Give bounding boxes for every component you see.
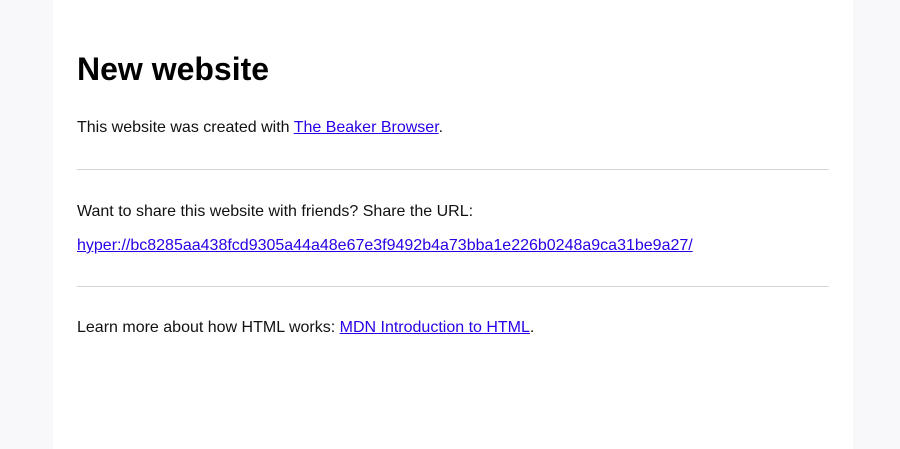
learn-prefix: Learn more about how HTML works:: [77, 319, 340, 336]
intro-suffix: .: [438, 119, 444, 136]
intro-prefix: This website was created with: [77, 119, 294, 136]
share-url-paragraph: hyper://bc8285aa438fcd9305a44a48e67e3f94…: [77, 236, 693, 256]
share-prompt: Want to share this website with friends?…: [77, 203, 474, 220]
learn-paragraph: Learn more about how HTML works: MDN Int…: [77, 318, 534, 338]
page-title: New website: [77, 51, 270, 87]
intro-paragraph: This website was created with The Beaker…: [77, 118, 443, 138]
learn-suffix: .: [529, 319, 535, 336]
share-url-link[interactable]: hyper://bc8285aa438fcd9305a44a48e67e3f94…: [77, 237, 693, 254]
mdn-html-link[interactable]: MDN Introduction to HTML: [340, 319, 530, 336]
divider: [77, 169, 829, 170]
page-content: New website This website was created wit…: [53, 0, 853, 449]
beaker-browser-link[interactable]: The Beaker Browser: [294, 119, 439, 136]
divider: [77, 286, 829, 287]
